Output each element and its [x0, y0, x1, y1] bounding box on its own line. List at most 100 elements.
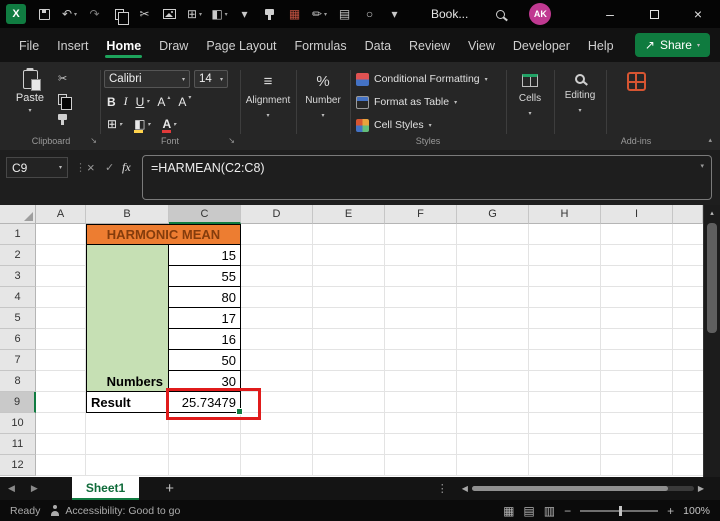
borders-icon[interactable]: ⊞ ▾ [182, 3, 207, 25]
document-title[interactable]: Book... [431, 7, 468, 21]
minimize-button[interactable]: – [588, 0, 632, 28]
name-box[interactable]: C9 ▾ [6, 157, 68, 178]
tab-developer[interactable]: Developer [504, 39, 579, 62]
chevron-down-icon: ▾ [428, 122, 432, 129]
fill-color-button[interactable]: ◧ ▾ [134, 117, 150, 133]
undo-icon[interactable]: ↶ ▾ [57, 3, 82, 25]
tab-review[interactable]: Review [400, 39, 459, 62]
vertical-scrollbar-thumb[interactable] [707, 223, 717, 333]
sheet-nav-left-icon[interactable]: ◀ [0, 483, 23, 494]
tab-page-layout[interactable]: Page Layout [197, 39, 285, 62]
formula-bar-expand-icon[interactable]: ▾ [700, 162, 704, 170]
customize-toolbar-icon[interactable]: ▾ [382, 3, 407, 25]
cut-icon[interactable]: ✂ [58, 72, 67, 85]
ribbon: Paste ▾ ✂ Clipboard ↘ Calibri ▾ 14 ▾ B I… [0, 62, 720, 150]
tab-file[interactable]: File [10, 39, 48, 62]
vertical-scrollbar[interactable]: ▴ [703, 205, 720, 477]
format-as-table-button[interactable]: Format as Table ▾ [356, 91, 457, 113]
horizontal-scrollbar[interactable] [471, 486, 694, 491]
format-painter-icon[interactable] [257, 3, 282, 25]
tab-home[interactable]: Home [97, 39, 150, 62]
borders-button[interactable]: ⊞ ▾ [107, 117, 122, 131]
cell-C5[interactable]: 17 [169, 308, 241, 329]
alignment-group-button[interactable]: ≡ Alignment ▾ [244, 62, 292, 150]
horizontal-scrollbar-thumb[interactable] [471, 486, 668, 491]
cell-C2[interactable]: 15 [169, 245, 241, 266]
increase-font-button[interactable]: A ▴ [157, 95, 170, 109]
fill-color-icon[interactable]: ◧ ▾ [207, 3, 232, 25]
font-color-button[interactable]: A ▾ [162, 117, 176, 133]
cell-styles-button[interactable]: Cell Styles ▾ [356, 114, 432, 136]
more-commands-icon[interactable]: ▾ [232, 3, 257, 25]
redo-icon[interactable]: ↷ [82, 3, 107, 25]
insert-function-icon[interactable]: fx [122, 160, 131, 175]
cell-C3[interactable]: 55 [169, 266, 241, 287]
chevron-down-icon: ▾ [484, 76, 488, 83]
page-layout-view-icon[interactable]: ▤ [523, 504, 534, 518]
font-name-select[interactable]: Calibri ▾ [104, 70, 190, 88]
cell-B9[interactable]: Result [86, 392, 169, 413]
collapse-ribbon-icon[interactable]: ▴ [708, 136, 712, 144]
formula-input[interactable]: =HARMEAN(C2:C8) ▾ [142, 155, 712, 200]
close-button[interactable]: × [676, 0, 720, 28]
bold-button[interactable]: B [107, 95, 116, 109]
underline-button[interactable]: U ▾ [136, 95, 150, 109]
sheet-tab-sheet1[interactable]: Sheet1 [71, 477, 140, 500]
copy-icon[interactable] [107, 3, 132, 25]
conditional-formatting-button[interactable]: Conditional Formatting ▾ [356, 68, 488, 90]
normal-view-icon[interactable]: ▦ [503, 504, 514, 518]
draw-pen-icon[interactable]: ✏ ▾ [307, 3, 332, 25]
record-macro-icon[interactable]: ○ [357, 3, 382, 25]
enter-icon[interactable]: ✓ [105, 161, 114, 174]
tab-formulas[interactable]: Formulas [286, 39, 356, 62]
excel-logo-icon[interactable]: X [6, 4, 26, 24]
sheet-nav-right-icon[interactable]: ▶ [23, 483, 46, 494]
tab-help[interactable]: Help [579, 39, 623, 62]
share-label: Share [659, 38, 692, 52]
zoom-level[interactable]: 100% [683, 505, 710, 517]
zoom-in-button[interactable]: + [667, 504, 674, 518]
hscroll-right-icon[interactable]: ▶ [694, 484, 708, 493]
editing-group-button[interactable]: Editing ▾ [558, 62, 602, 150]
cells-group-button[interactable]: Cells ▾ [510, 62, 550, 150]
sheet-options-icon[interactable]: ⋮ [437, 482, 448, 495]
search-button[interactable] [496, 9, 506, 19]
tab-draw[interactable]: Draw [150, 39, 197, 62]
number-group-button[interactable]: % Number ▾ [300, 62, 346, 150]
picture-icon[interactable] [157, 3, 182, 25]
tab-view[interactable]: View [459, 39, 504, 62]
cell-title-B1[interactable]: HARMONIC MEAN [86, 224, 241, 245]
tab-insert[interactable]: Insert [48, 39, 97, 62]
format-painter-icon[interactable] [58, 114, 68, 125]
cell-C7[interactable]: 50 [169, 350, 241, 371]
paste-button[interactable]: Paste ▾ [10, 70, 50, 114]
scroll-up-icon[interactable]: ▴ [704, 209, 720, 217]
cell-C6[interactable]: 16 [169, 329, 241, 350]
table-icon[interactable]: ▦ [282, 3, 307, 25]
share-button[interactable]: ↗ Share ▾ [634, 33, 710, 57]
copy-icon[interactable] [58, 94, 73, 110]
cell-numbers-B2-B8[interactable]: Numbers [86, 245, 169, 392]
italic-button[interactable]: I [124, 94, 128, 109]
page-break-view-icon[interactable]: ▥ [544, 504, 555, 518]
dialog-launcher-icon[interactable]: ↘ [90, 136, 97, 145]
accessibility-status[interactable]: Accessibility: Good to go [50, 505, 180, 517]
zoom-out-button[interactable]: − [564, 504, 571, 518]
cut-icon[interactable]: ✂ [132, 3, 157, 25]
status-mode[interactable]: Ready [10, 505, 40, 517]
cell-C4[interactable]: 80 [169, 287, 241, 308]
calendar-icon[interactable]: ▤ [332, 3, 357, 25]
zoom-slider[interactable] [580, 505, 659, 516]
zoom-slider-thumb[interactable] [619, 505, 623, 516]
new-sheet-button[interactable]: + [165, 480, 174, 497]
maximize-button[interactable] [632, 0, 676, 28]
decrease-font-button[interactable]: A ▾ [178, 95, 191, 109]
dialog-launcher-icon[interactable]: ↘ [228, 136, 235, 145]
tab-data[interactable]: Data [356, 39, 400, 62]
font-size-select[interactable]: 14 ▾ [194, 70, 228, 88]
account-avatar[interactable]: AK [529, 3, 552, 25]
addins-button[interactable]: Add-ins [610, 62, 662, 150]
hscroll-left-icon[interactable]: ◀ [458, 484, 472, 493]
save-icon[interactable] [32, 3, 57, 25]
cancel-icon[interactable]: × [87, 160, 95, 175]
